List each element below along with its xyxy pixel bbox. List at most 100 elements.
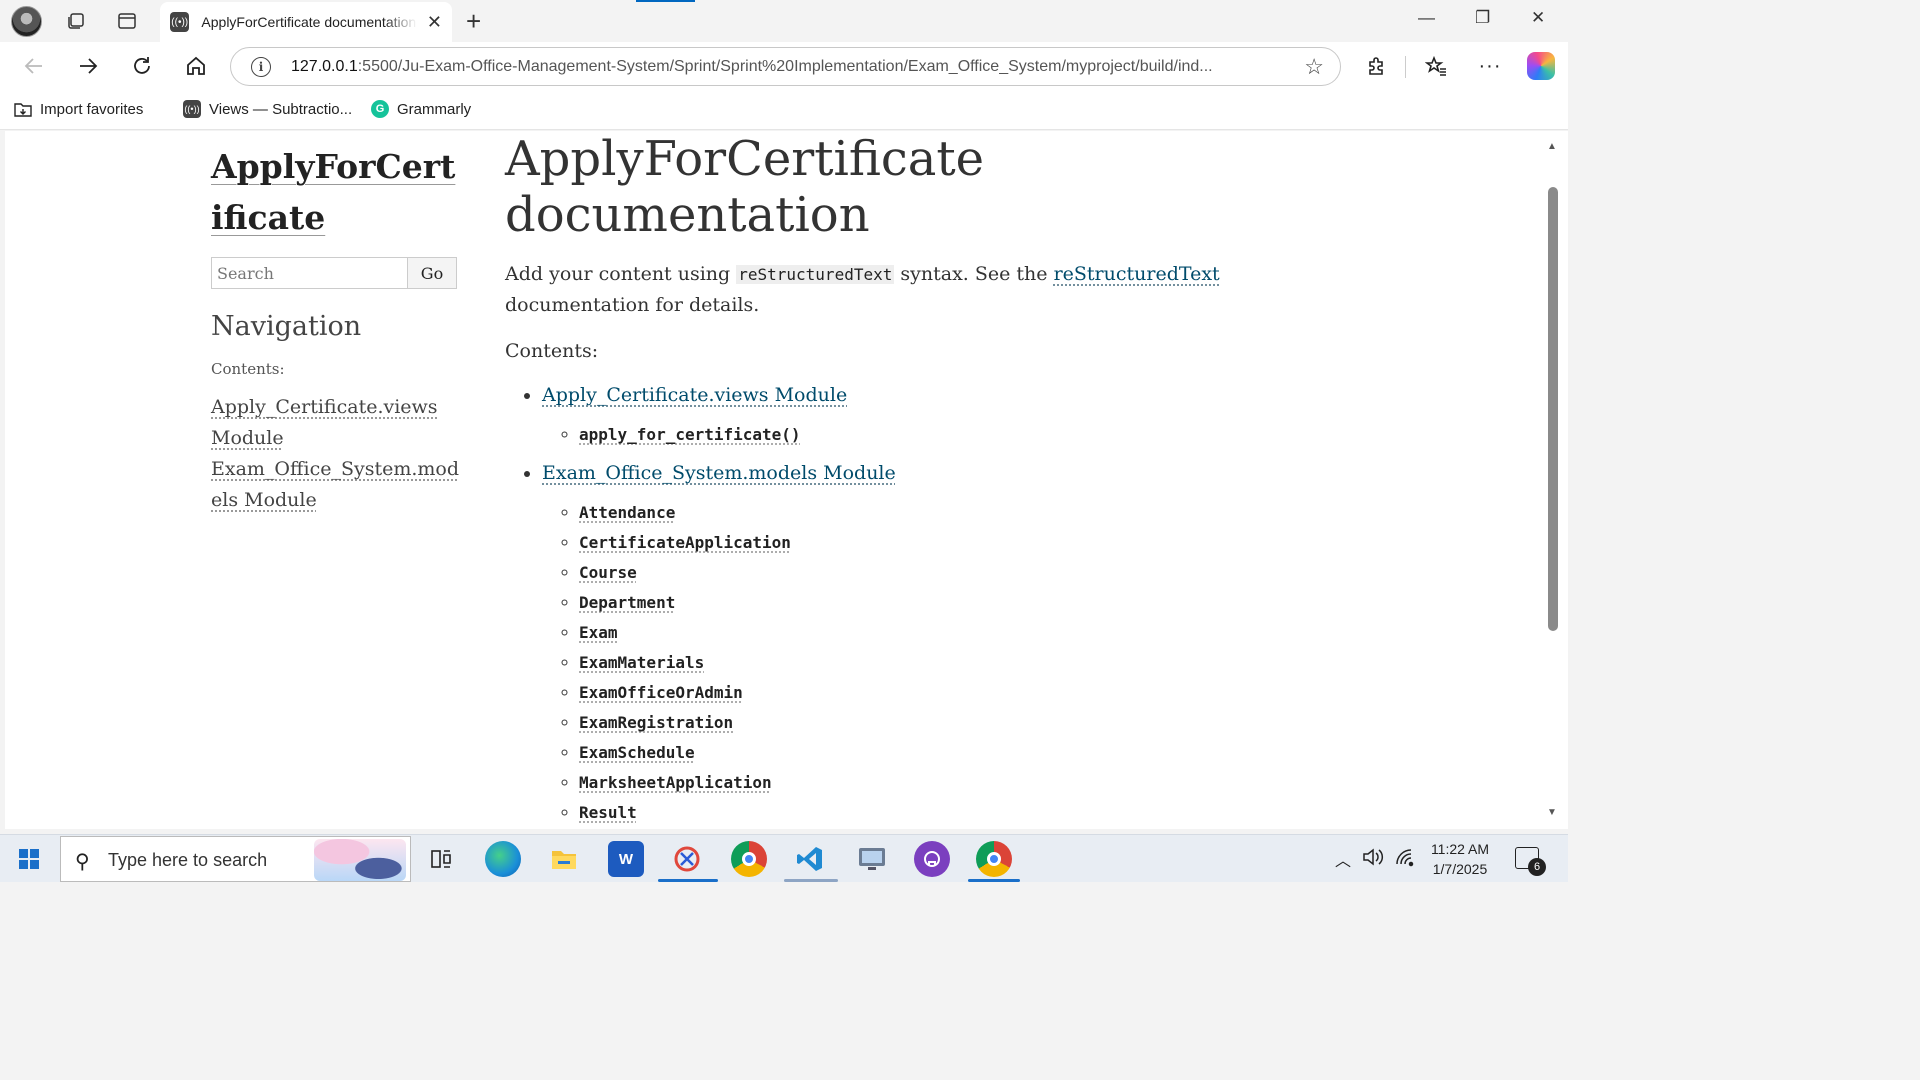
clock[interactable]: 11:22 AM 1/7/2025 [1420, 839, 1500, 879]
favorite-views[interactable]: ((•)) Views — Subtractio... [183, 100, 352, 118]
favorite-star-icon[interactable]: ☆ [1304, 54, 1324, 80]
toc-sublink[interactable]: Exam [579, 623, 618, 642]
main-content: ApplyForCertificate documentation Add yo… [505, 131, 1225, 829]
taskbar-search-box[interactable]: ⚲ Type here to search [60, 836, 411, 882]
toc-subitem: ExamOfficeOrAdmin [579, 678, 1225, 708]
toc-subitem: Attendance [579, 498, 1225, 528]
toc-item: Exam_Office_System.models Module Attenda… [542, 458, 1225, 828]
windows-start-icon[interactable] [19, 849, 39, 869]
toc-item: Apply_Certificate.views Module apply_for… [542, 380, 1225, 450]
toc-sublink[interactable]: MarksheetApplication [579, 773, 772, 792]
toc-sublink[interactable]: Department [579, 593, 675, 612]
toc-sublink[interactable]: Result [579, 803, 637, 822]
toc-sublink[interactable]: ExamRegistration [579, 713, 733, 732]
more-options-button[interactable]: ··· [1474, 51, 1506, 81]
address-bar[interactable]: i 127.0.0.1:5500/Ju-Exam-Office-Manageme… [230, 47, 1341, 86]
scrollbar-thumb[interactable] [1548, 187, 1558, 631]
volume-icon[interactable] [1362, 847, 1384, 870]
scroll-down-icon[interactable]: ▼ [1547, 807, 1557, 818]
vertical-tabs-button[interactable] [111, 6, 143, 36]
podcast-icon: ((•)) [183, 100, 201, 118]
profile-avatar[interactable] [11, 6, 42, 37]
url-text[interactable]: 127.0.0.1:5500/Ju-Exam-Office-Management… [291, 58, 1281, 76]
favorites-button[interactable] [1420, 51, 1452, 81]
favorites-list-icon [1425, 55, 1446, 76]
back-button[interactable] [18, 51, 50, 81]
navigation-heading: Navigation [211, 311, 362, 342]
toolbar-divider [1405, 56, 1406, 78]
toc-subitem: Department [579, 588, 1225, 618]
new-tab-button[interactable]: + [466, 6, 481, 37]
edge-icon[interactable] [485, 841, 521, 877]
intro-paragraph: Add your content using reStructuredText … [505, 259, 1225, 320]
toc-subitem: Result [579, 798, 1225, 828]
favorite-grammarly[interactable]: G Grammarly [371, 100, 471, 118]
site-info-icon[interactable]: i [251, 57, 271, 77]
file-explorer-icon[interactable] [546, 841, 582, 877]
wifi-icon[interactable] [1394, 847, 1416, 870]
toc-sublink[interactable]: ExamOfficeOrAdmin [579, 683, 743, 702]
active-app-indicator [658, 879, 718, 882]
vscode-icon[interactable] [792, 841, 828, 877]
close-window-button[interactable]: ✕ [1531, 8, 1545, 28]
loading-indicator [636, 0, 695, 2]
clock-date: 1/7/2025 [1432, 861, 1488, 877]
vertical-scrollbar[interactable]: ▲ ▼ [1541, 131, 1568, 829]
import-folder-icon [14, 100, 32, 118]
favorite-import[interactable]: Import favorites [14, 100, 143, 118]
refresh-button[interactable] [126, 51, 158, 81]
task-view-icon[interactable] [423, 841, 459, 877]
restructuredtext-link[interactable]: reStructuredText [1054, 263, 1220, 285]
toc-sublist: Attendance CertificateApplication Course… [542, 498, 1225, 828]
extensions-button[interactable] [1361, 51, 1393, 81]
workspaces-button[interactable] [60, 6, 92, 36]
project-title-link[interactable]: ApplyForCertificate [211, 141, 461, 243]
url-path: :5500/Ju-Exam-Office-Management-System/S… [357, 58, 1213, 75]
copilot-icon[interactable] [1527, 52, 1555, 80]
toc-sublink[interactable]: Course [579, 563, 637, 582]
scroll-up-icon[interactable]: ▲ [1547, 141, 1557, 152]
intro-text-1: Add your content using [505, 263, 737, 285]
navigation-bar: i 127.0.0.1:5500/Ju-Exam-Office-Manageme… [0, 42, 1568, 90]
active-tab[interactable]: ((•)) ApplyForCertificate documentation … [160, 2, 452, 42]
chrome-profile-icon[interactable] [976, 841, 1012, 877]
restore-button[interactable]: ❐ [1475, 8, 1490, 28]
forward-button[interactable] [72, 51, 104, 81]
toc-sublink[interactable]: ExamMaterials [579, 653, 704, 672]
toc-sublist: apply_for_certificate() [542, 420, 1225, 450]
ellipsis-icon: ··· [1478, 54, 1502, 77]
home-button[interactable] [180, 51, 212, 81]
intro-text-3: documentation for details. [505, 294, 760, 316]
toc-link-models-module[interactable]: Exam_Office_System.models Module [542, 462, 896, 484]
remote-desktop-icon[interactable] [854, 841, 890, 877]
toc-subitem: CertificateApplication [579, 528, 1225, 558]
inline-code: reStructuredText [736, 265, 895, 284]
toc-sublink[interactable]: ExamSchedule [579, 743, 695, 762]
toc-subitem: MarksheetApplication [579, 768, 1225, 798]
nav-link-views-module[interactable]: Apply_Certificate.views Module [211, 396, 438, 449]
document-page: ApplyForCertificate Go Navigation Conten… [5, 131, 1541, 829]
toc-subitem: ExamRegistration [579, 708, 1225, 738]
toc-link-views-module[interactable]: Apply_Certificate.views Module [542, 384, 847, 406]
word-icon[interactable]: W [608, 841, 644, 877]
search-input[interactable] [211, 257, 408, 289]
show-hidden-icons-chevron-icon[interactable]: ︿ [1335, 847, 1351, 871]
chrome-icon[interactable] [731, 841, 767, 877]
close-tab-icon[interactable]: ✕ [427, 12, 442, 33]
nav-link-models-module[interactable]: Exam_Office_System.models Module [211, 458, 459, 511]
notification-badge: 6 [1528, 858, 1546, 876]
notification-center-icon[interactable]: 6 [1515, 847, 1546, 876]
navigation-list: Apply_Certificate.views Module Exam_Offi… [211, 392, 461, 516]
search-highlight-image [314, 839, 406, 881]
taskbar-search-text: Type here to search [108, 850, 268, 870]
snipping-tool-icon[interactable] [669, 841, 705, 877]
toc-sublink[interactable]: CertificateApplication [579, 533, 791, 552]
github-desktop-icon[interactable] [914, 841, 950, 877]
clock-time: 11:22 AM [1430, 841, 1490, 857]
go-button[interactable]: Go [408, 257, 457, 289]
toc-sublink[interactable]: Attendance [579, 503, 675, 522]
minimize-button[interactable]: — [1418, 8, 1435, 28]
home-icon [187, 56, 205, 75]
toc-sublink[interactable]: apply_for_certificate() [579, 425, 801, 444]
toc-subitem: apply_for_certificate() [579, 420, 1225, 450]
